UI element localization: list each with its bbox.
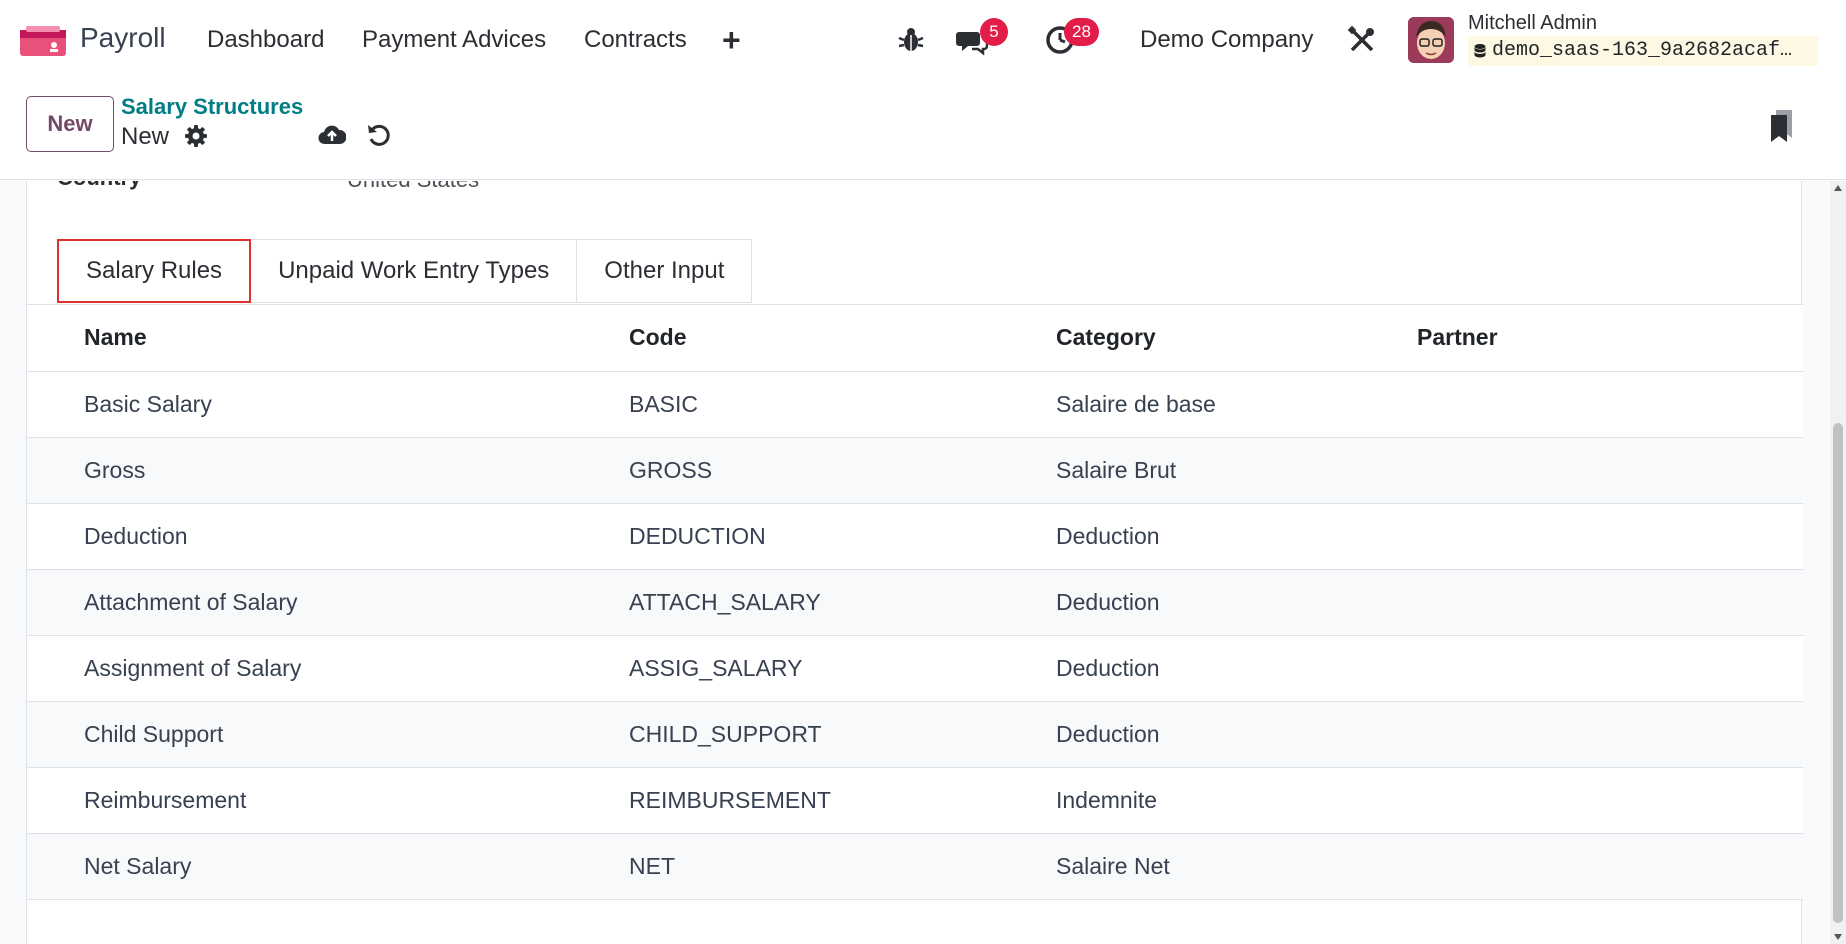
menu-payment-advices[interactable]: Payment Advices [362, 26, 546, 54]
country-field[interactable]: United States [347, 181, 479, 193]
top-navbar: Payroll Dashboard Payment Advices Contra… [0, 0, 1846, 80]
rule-code: ATTACH_SALARY [629, 569, 1056, 636]
company-switcher[interactable]: Demo Company [1140, 26, 1313, 54]
tools-icon[interactable] [1346, 24, 1378, 56]
form-content: Country United States Salary Rules Unpai… [0, 181, 1846, 944]
column-header-code[interactable]: Code [629, 305, 1056, 372]
rule-code: CHILD_SUPPORT [629, 701, 1056, 768]
menu-dashboard[interactable]: Dashboard [207, 26, 324, 54]
rule-partner [1417, 371, 1803, 438]
database-name: demo_saas-163_9a2682acaf… [1492, 39, 1793, 62]
vertical-scrollbar[interactable] [1830, 181, 1846, 944]
activities-count-badge: 28 [1064, 18, 1099, 46]
scroll-down-arrow[interactable] [1834, 934, 1842, 940]
user-name[interactable]: Mitchell Admin [1468, 12, 1597, 35]
rule-partner [1417, 503, 1803, 570]
payroll-app-icon[interactable] [20, 26, 66, 58]
rule-name: Gross [27, 437, 629, 504]
rule-partner [1417, 635, 1803, 702]
table-row[interactable]: Reimbursement REIMBURSEMENT Indemnite [27, 767, 1803, 834]
new-button[interactable]: New [26, 96, 114, 152]
rule-name: Attachment of Salary [27, 569, 629, 636]
cloud-upload-icon[interactable] [318, 122, 346, 148]
database-icon [1474, 44, 1486, 58]
rule-name: Deduction [27, 503, 629, 570]
column-header-partner[interactable]: Partner [1417, 305, 1803, 372]
rule-partner [1417, 833, 1803, 900]
form-sheet: Country United States Salary Rules Unpai… [26, 181, 1803, 944]
rule-partner [1417, 569, 1803, 636]
rule-code: ASSIG_SALARY [629, 635, 1056, 702]
tab-other-input[interactable]: Other Input [577, 239, 753, 303]
table-row[interactable]: Child Support CHILD_SUPPORT Deduction [27, 701, 1803, 768]
rule-category: Salaire de base [1056, 371, 1417, 438]
rule-name: Basic Salary [27, 371, 629, 438]
table-row[interactable]: Net Salary NET Salaire Net [27, 833, 1803, 900]
table-row[interactable]: Basic Salary BASIC Salaire de base [27, 371, 1803, 438]
notebook-tabs: Salary Rules Unpaid Work Entry Types Oth… [57, 239, 753, 303]
rule-category: Deduction [1056, 569, 1417, 636]
gear-icon[interactable] [184, 124, 208, 148]
rule-name: Child Support [27, 701, 629, 768]
app-name[interactable]: Payroll [80, 22, 166, 54]
rule-partner [1417, 437, 1803, 504]
user-avatar[interactable] [1408, 17, 1454, 63]
menu-contracts[interactable]: Contracts [584, 26, 687, 54]
rule-code: REIMBURSEMENT [629, 767, 1056, 834]
table-row[interactable]: Attachment of Salary ATTACH_SALARY Deduc… [27, 569, 1803, 636]
rule-category: Deduction [1056, 635, 1417, 702]
rule-name: Net Salary [27, 833, 629, 900]
rule-code: GROSS [629, 437, 1056, 504]
bookmark-icon[interactable] [1768, 108, 1796, 144]
scroll-up-arrow[interactable] [1834, 185, 1842, 191]
breadcrumb-salary-structures[interactable]: Salary Structures [121, 94, 303, 120]
undo-icon[interactable] [366, 122, 392, 148]
rule-name: Reimbursement [27, 767, 629, 834]
rule-category: Indemnite [1056, 767, 1417, 834]
rule-category: Salaire Net [1056, 833, 1417, 900]
rule-name: Assignment of Salary [27, 635, 629, 702]
tab-salary-rules[interactable]: Salary Rules [57, 239, 252, 303]
rule-code: NET [629, 833, 1056, 900]
rule-category: Deduction [1056, 701, 1417, 768]
column-header-category[interactable]: Category [1056, 305, 1417, 372]
rule-category: Deduction [1056, 503, 1417, 570]
rule-partner [1417, 767, 1803, 834]
column-header-name[interactable]: Name [27, 305, 629, 372]
table-row[interactable]: Deduction DEDUCTION Deduction [27, 503, 1803, 570]
table-header-row: Name Code Category Partner [27, 305, 1803, 372]
tab-unpaid-work-entry-types[interactable]: Unpaid Work Entry Types [251, 239, 578, 303]
rule-code: DEDUCTION [629, 503, 1056, 570]
salary-rules-table: Name Code Category Partner Basic Salary … [27, 305, 1803, 900]
rule-partner [1417, 701, 1803, 768]
table-row[interactable]: Assignment of Salary ASSIG_SALARY Deduct… [27, 635, 1803, 702]
scrollbar-thumb[interactable] [1833, 423, 1843, 923]
record-title: New [121, 123, 170, 150]
messages-count-badge: 5 [980, 18, 1008, 46]
rule-code: BASIC [629, 371, 1056, 438]
plus-icon[interactable]: + [722, 22, 741, 59]
bug-icon[interactable] [895, 24, 927, 56]
database-chip: demo_saas-163_9a2682acaf… [1468, 36, 1818, 66]
table-row[interactable]: Gross GROSS Salaire Brut [27, 437, 1803, 504]
country-label: Country [57, 181, 141, 191]
control-panel: New Salary Structures New [0, 80, 1846, 180]
rule-category: Salaire Brut [1056, 437, 1417, 504]
